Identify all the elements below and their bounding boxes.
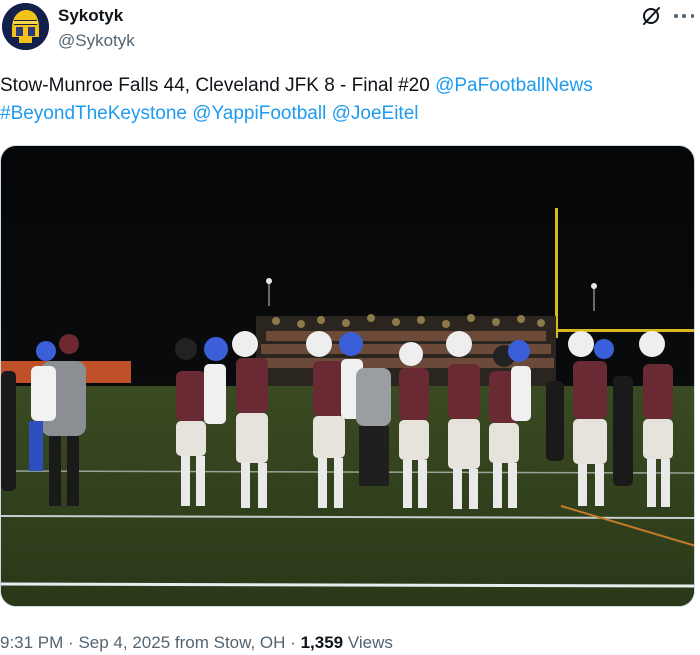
more-dots-icon[interactable] bbox=[672, 5, 696, 27]
hashtag-beyondthekeystone[interactable]: #BeyondTheKeystone bbox=[0, 103, 187, 124]
display-name[interactable]: Sykotyk bbox=[58, 6, 123, 26]
tweet-date[interactable]: Sep 4, 2025 bbox=[78, 633, 170, 652]
views-label: Views bbox=[347, 633, 393, 652]
avatar[interactable] bbox=[2, 3, 49, 50]
tweet-text: Stow-Munroe Falls 44, Cleveland JFK 8 - … bbox=[0, 72, 695, 128]
handle[interactable]: @Sykotyk bbox=[58, 31, 135, 51]
mention-yappifootball[interactable]: @YappiFootball bbox=[192, 103, 326, 124]
helmet-logo-icon bbox=[2, 3, 49, 50]
tweet-photo[interactable] bbox=[0, 145, 695, 607]
mention-joeeitel[interactable]: @JoeEitel bbox=[332, 103, 419, 124]
grok-slash-icon[interactable] bbox=[640, 5, 662, 27]
tweet-meta: 9:31 PM · Sep 4, 2025 from Stow, OH · 1,… bbox=[0, 633, 393, 653]
tweet-time[interactable]: 9:31 PM bbox=[0, 633, 63, 652]
tweet: Sykotyk @Sykotyk Stow-Munroe Falls 44, C… bbox=[0, 0, 700, 655]
photo-content bbox=[1, 146, 694, 606]
tweet-text-plain: Stow-Munroe Falls 44, Cleveland JFK 8 - … bbox=[0, 75, 436, 96]
views-count: 1,359 bbox=[300, 633, 344, 652]
meta-separator-2: · bbox=[290, 633, 296, 652]
tweet-location: from Stow, OH bbox=[174, 633, 286, 652]
mention-pafootballnews[interactable]: @PaFootballNews bbox=[435, 75, 593, 96]
meta-separator-1: · bbox=[68, 633, 74, 652]
